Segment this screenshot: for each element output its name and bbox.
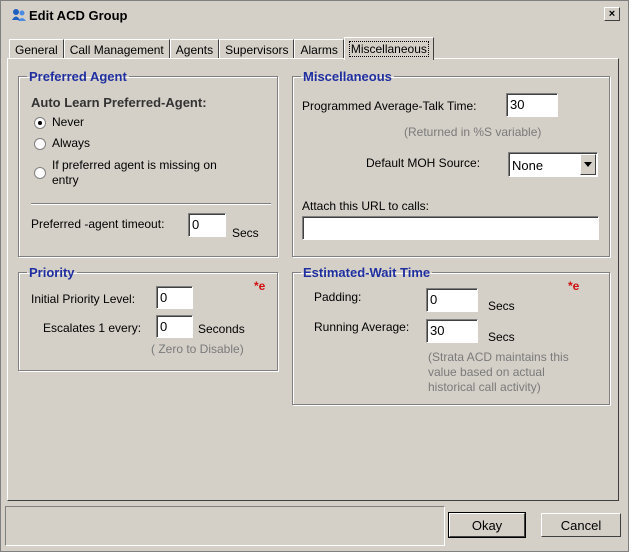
tab-general[interactable]: General [9,39,64,59]
title-bar: Edit ACD Group × [3,3,626,27]
tab-strip: General Call Management Agents Superviso… [9,37,434,60]
status-area [5,506,445,546]
running-average-label: Running Average: [314,320,410,334]
preferred-agent-divider [31,203,271,205]
radio-never-label[interactable]: Never [52,115,84,129]
radio-if-missing-label-line2[interactable]: entry [52,173,79,187]
close-icon[interactable]: × [604,7,620,21]
tab-miscellaneous-label: Miscellaneous [348,41,429,57]
miscellaneous-tab-panel: Preferred Agent Auto Learn Preferred-Age… [7,58,619,501]
strata-note-line1: (Strata ACD maintains this [428,350,569,364]
zero-to-disable-hint: ( Zero to Disable) [151,342,244,356]
strata-note-line2: value based on actual [428,365,545,379]
padding-input[interactable]: 0 [426,288,478,312]
url-input[interactable] [302,216,599,240]
talk-time-label: Programmed Average-Talk Time: [302,99,477,113]
escalates-label: Escalates 1 every: [43,321,142,335]
preferred-agent-legend: Preferred Agent [29,69,127,84]
initial-priority-label: Initial Priority Level: [31,292,136,306]
acd-group-icon [12,9,26,21]
okay-button[interactable]: Okay [448,512,526,538]
tab-supervisors[interactable]: Supervisors [219,39,295,59]
preferred-agent-timeout-unit: Secs [232,226,259,240]
tab-call-management[interactable]: Call Management [63,39,170,59]
tab-miscellaneous[interactable]: Miscellaneous [343,37,434,60]
escalates-input[interactable]: 0 [156,315,193,338]
preferred-agent-timeout-label: Preferred -agent timeout: [31,217,165,231]
priority-required-mark: *e [254,279,266,293]
moh-source-label: Default MOH Source: [366,156,481,170]
radio-always[interactable] [34,138,46,150]
running-average-input[interactable]: 30 [426,319,478,343]
estimated-wait-required-mark: *e [568,279,580,293]
running-average-unit: Secs [488,330,515,344]
tab-alarms[interactable]: Alarms [294,39,344,59]
talk-time-input[interactable]: 30 [506,93,558,117]
chevron-down-icon[interactable] [580,154,596,175]
url-label: Attach this URL to calls: [302,199,429,213]
cancel-button[interactable]: Cancel [541,513,621,537]
tab-agents[interactable]: Agents [169,39,220,59]
miscellaneous-legend: Miscellaneous [303,69,392,84]
dropdown-arrow-icon [584,162,592,167]
padding-unit: Secs [488,299,515,313]
radio-if-missing-label-line1[interactable]: If preferred agent is missing on [52,158,217,172]
estimated-wait-legend: Estimated-Wait Time [303,265,431,280]
edit-acd-group-dialog: Edit ACD Group × General Call Management… [0,0,629,552]
priority-legend: Priority [29,265,75,280]
radio-if-missing[interactable] [34,167,46,179]
moh-source-value: None [512,158,544,173]
escalates-unit: Seconds [198,322,245,336]
radio-always-label[interactable]: Always [52,136,90,150]
padding-label: Padding: [314,290,362,304]
window-title: Edit ACD Group [29,7,128,23]
talk-time-hint: (Returned in %S variable) [404,125,542,139]
strata-note-line3: historical call activity) [428,380,541,394]
auto-learn-heading: Auto Learn Preferred-Agent: [31,95,207,110]
radio-never[interactable] [34,117,46,129]
preferred-agent-timeout-input[interactable]: 0 [188,213,226,237]
initial-priority-input[interactable]: 0 [156,286,193,309]
